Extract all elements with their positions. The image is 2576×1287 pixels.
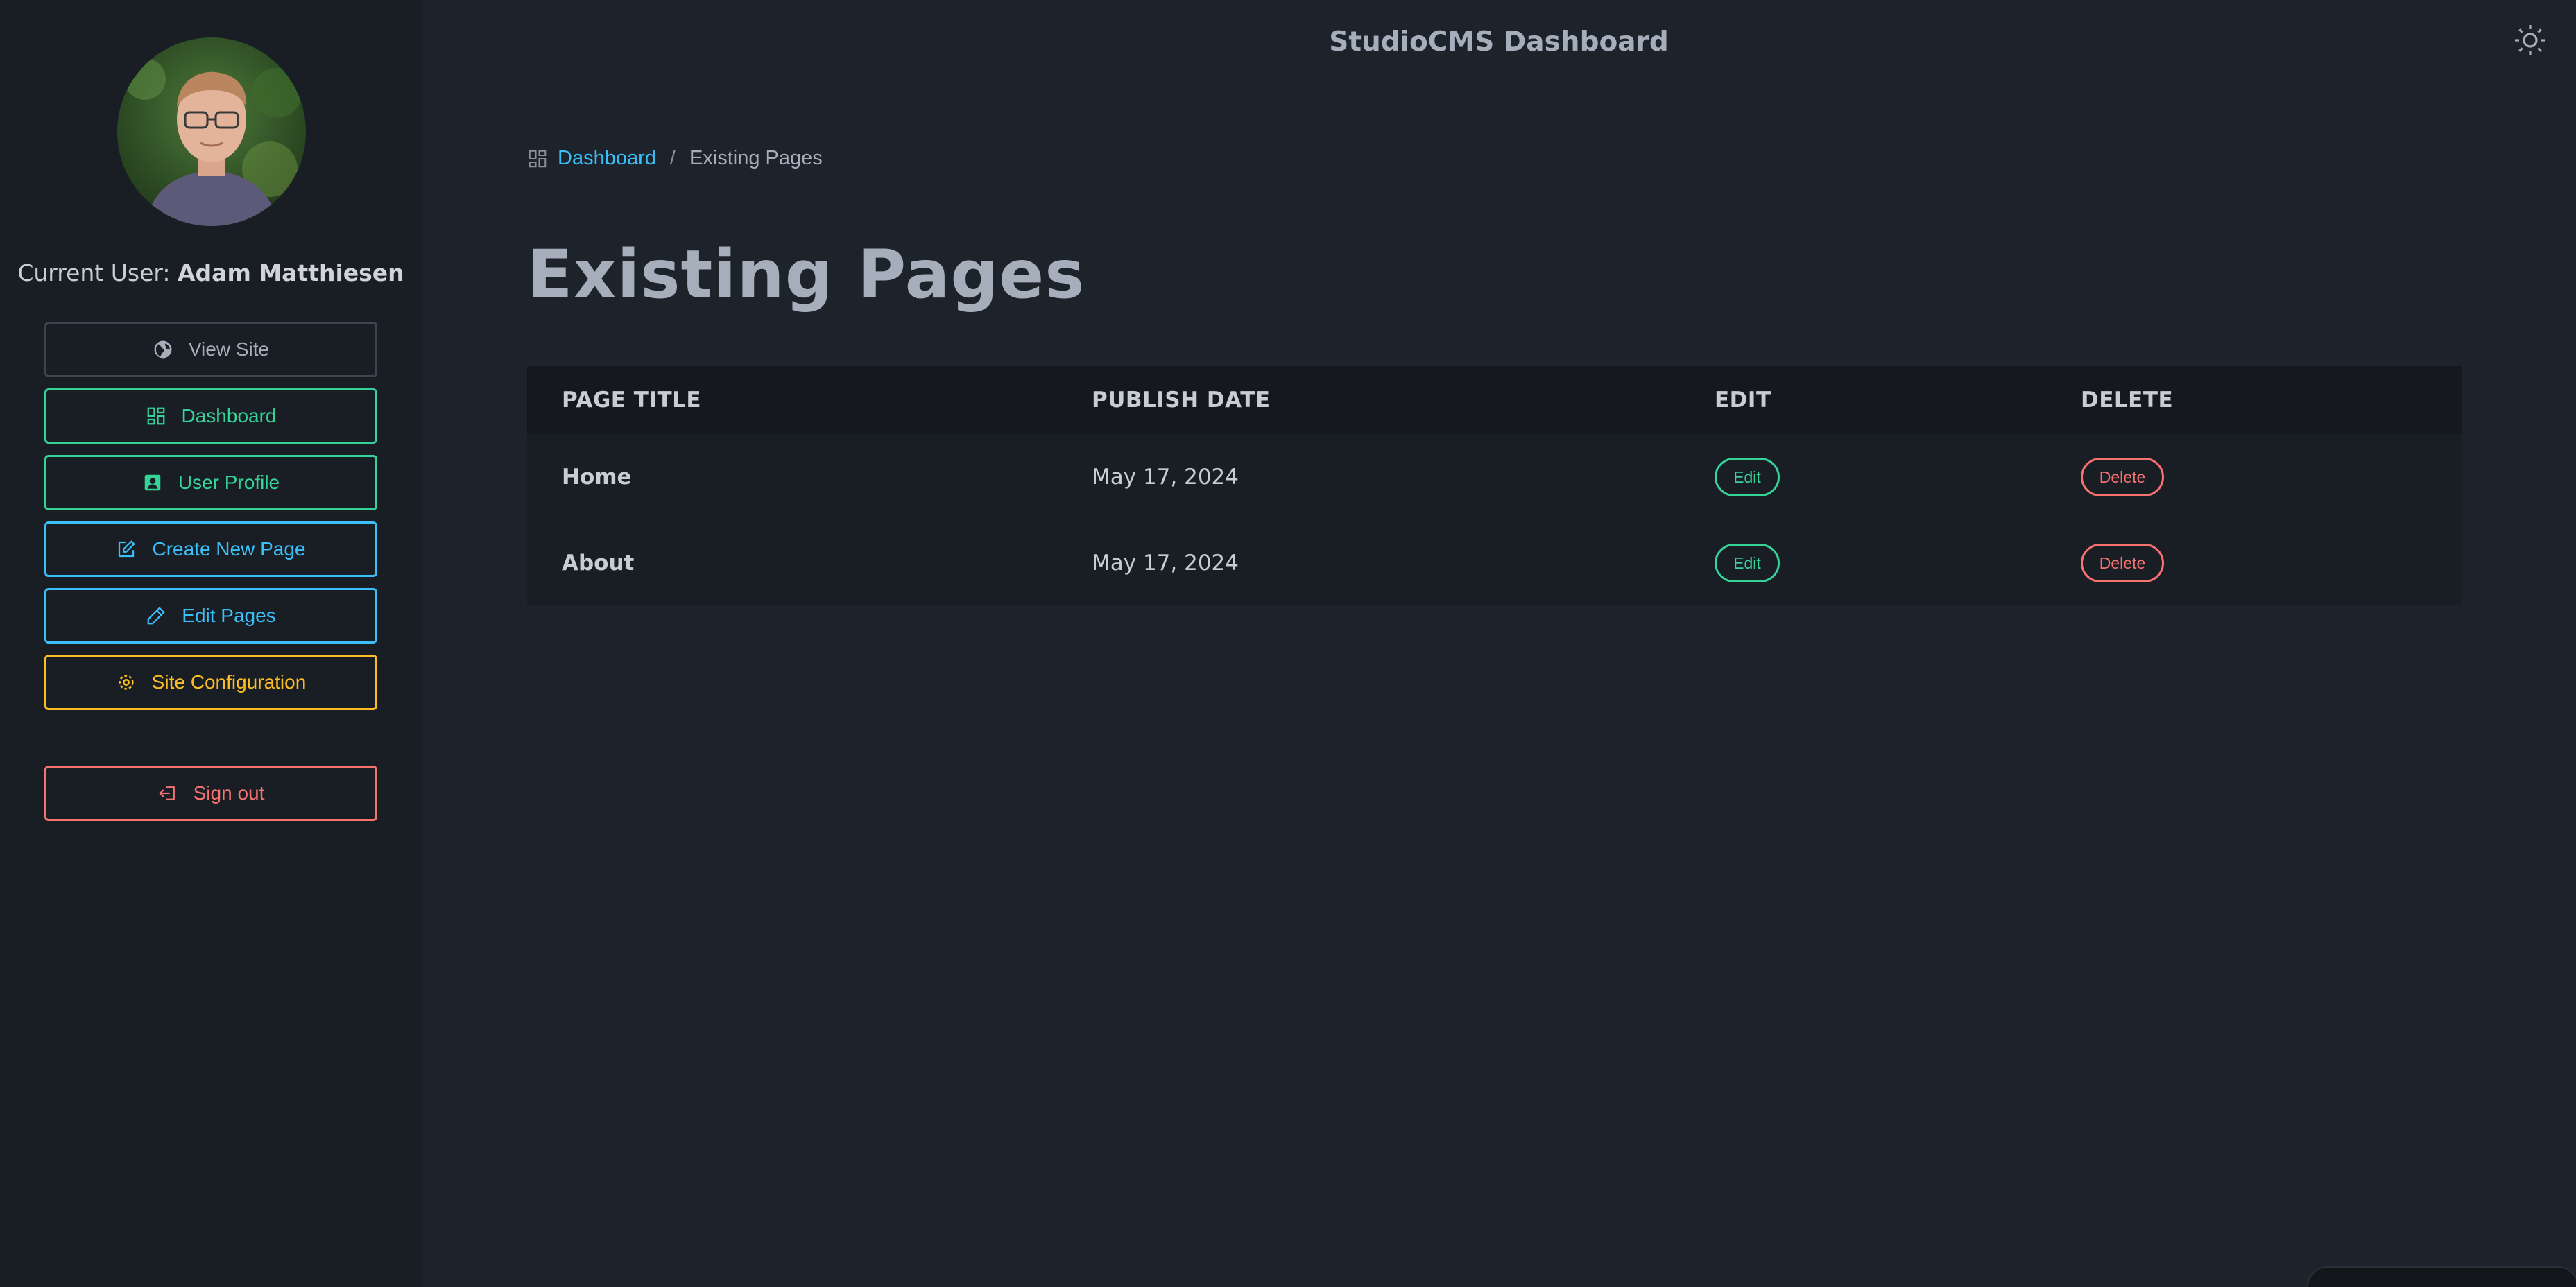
table-header-row: PAGE TITLE PUBLISH DATE EDIT DELETE — [527, 366, 2462, 434]
avatar — [117, 37, 306, 226]
delete-button[interactable]: Delete — [2081, 544, 2164, 582]
edit-cell: Edit — [1680, 434, 2046, 520]
edit-square-icon — [116, 539, 137, 560]
page-title-cell: About — [562, 551, 635, 576]
pencil-icon — [146, 605, 166, 626]
gear-icon — [116, 672, 137, 693]
dashboard-label: Dashboard — [181, 405, 277, 426]
dashboard-button[interactable]: Dashboard — [44, 388, 377, 444]
user-profile-icon — [142, 472, 163, 493]
app-root: Current User: Adam Matthiesen View Site … — [0, 0, 2576, 1287]
create-new-page-label: Create New Page — [152, 538, 306, 560]
dashboard-grid-icon — [527, 148, 548, 169]
user-profile-button[interactable]: User Profile — [44, 455, 377, 510]
dev-toolbar[interactable] — [2307, 1266, 2576, 1287]
pages-table: PAGE TITLE PUBLISH DATE EDIT DELETE Home… — [527, 366, 2462, 605]
delete-cell: Delete — [2046, 434, 2462, 520]
breadcrumb-separator: / — [669, 147, 676, 169]
sign-out-label: Sign out — [193, 782, 265, 804]
view-site-label: View Site — [188, 338, 270, 360]
table-row: About May 17, 2024 Edit Delete — [527, 520, 2462, 606]
breadcrumb-current: Existing Pages — [689, 147, 823, 169]
breadcrumb: Dashboard / Existing Pages — [527, 147, 823, 170]
page-title-cell: Home — [562, 465, 632, 490]
edit-cell: Edit — [1680, 520, 2046, 606]
current-user-label: Current User: Adam Matthiesen — [0, 259, 422, 286]
dashboard-grid-icon — [146, 406, 166, 426]
theme-toggle-button[interactable] — [2511, 22, 2550, 61]
create-new-page-button[interactable]: Create New Page — [44, 521, 377, 577]
delete-button[interactable]: Delete — [2081, 458, 2164, 496]
page-title: Existing Pages — [527, 236, 1085, 313]
avatar-image — [117, 37, 306, 226]
globe-icon — [153, 339, 173, 360]
edit-pages-button[interactable]: Edit Pages — [44, 588, 377, 644]
current-user-name: Adam Matthiesen — [178, 259, 404, 286]
publish-date-cell: May 17, 2024 — [1092, 465, 1239, 490]
current-user-prefix: Current User: — [17, 259, 171, 286]
site-configuration-button[interactable]: Site Configuration — [44, 655, 377, 710]
breadcrumb-dashboard-link[interactable]: Dashboard — [558, 147, 656, 170]
sign-out-button[interactable]: Sign out — [44, 766, 377, 821]
sidebar: Current User: Adam Matthiesen View Site … — [0, 0, 422, 1287]
user-profile-label: User Profile — [178, 472, 280, 493]
column-header-delete: DELETE — [2081, 388, 2174, 413]
edit-button[interactable]: Edit — [1715, 544, 1780, 582]
sun-icon — [2514, 24, 2547, 60]
edit-button[interactable]: Edit — [1715, 458, 1780, 496]
column-header-page-title: PAGE TITLE — [562, 388, 702, 413]
table-row: Home May 17, 2024 Edit Delete — [527, 434, 2462, 520]
site-configuration-label: Site Configuration — [151, 671, 307, 693]
delete-cell: Delete — [2046, 520, 2462, 606]
edit-pages-label: Edit Pages — [182, 605, 276, 626]
column-header-edit: EDIT — [1715, 388, 1771, 413]
column-header-publish-date: PUBLISH DATE — [1092, 388, 1271, 413]
view-site-button[interactable]: View Site — [44, 322, 377, 377]
app-title: StudioCMS Dashboard — [1329, 26, 1669, 58]
sign-out-icon — [157, 783, 178, 804]
publish-date-cell: May 17, 2024 — [1092, 551, 1239, 576]
